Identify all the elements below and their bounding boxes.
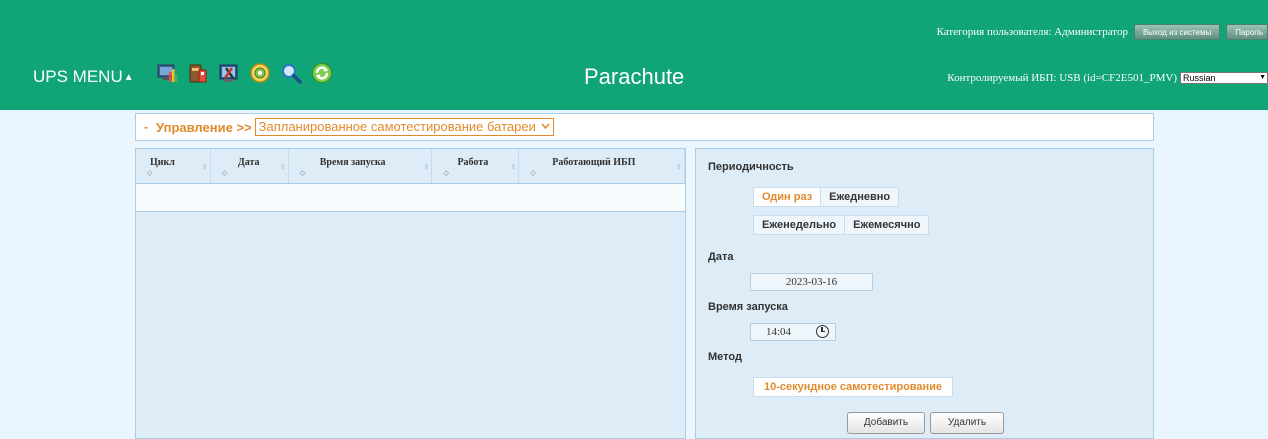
column-header-start-time[interactable]: Время запуска ◇ ⇕ (289, 149, 433, 183)
table-row (136, 184, 685, 212)
time-value: 14:04 (766, 326, 792, 338)
ups-menu-label: UPS MENU (33, 67, 123, 86)
sort-icon: ◇ (147, 169, 153, 177)
date-label: Дата (708, 251, 734, 263)
user-bar: Категория пользователя: Администратор Вы… (937, 24, 1268, 40)
language-value: Russian (1183, 73, 1216, 83)
option-weekly[interactable]: Еженедельно (754, 216, 846, 234)
search-icon[interactable] (280, 62, 302, 84)
sort-icon: ◇ (443, 169, 449, 177)
settings-disc-icon[interactable] (249, 62, 271, 84)
sort-handle-icon: ⇕ (676, 163, 682, 171)
sort-handle-icon: ⇕ (510, 163, 517, 171)
chevron-down-icon: ▼ (1259, 74, 1266, 81)
sort-handle-icon: ⇕ (423, 163, 430, 171)
column-header-job[interactable]: Работа ◇ ⇕ (432, 149, 520, 183)
table-header: Цикл ◇ ⇕ Дата ◇ ⇕ Время запуска ◇ ⇕ Работа … (136, 149, 685, 184)
option-once[interactable]: Один раз (754, 188, 822, 206)
clock-icon[interactable] (816, 325, 829, 338)
header-bar: Категория пользователя: Администратор Вы… (0, 0, 1268, 110)
user-category: Категория пользователя: Администратор (936, 26, 1128, 38)
schedule-form: Периодичность Один раз Ежедневно Еженеде… (695, 148, 1154, 439)
chevron-down-icon (541, 123, 551, 130)
periodicity-row-1: Один раз Ежедневно (753, 187, 900, 207)
page-select[interactable]: Запланированное самотестирование батареи (254, 118, 555, 136)
sort-handle-icon: ⇕ (279, 163, 286, 171)
delete-button[interactable]: Удалить (930, 412, 1004, 434)
breadcrumb: - Управление >> Запланированное самотест… (135, 113, 1154, 141)
column-header-running-ups[interactable]: Работающий ИБП ◇ ⇕ (519, 149, 685, 183)
monitor-chart-icon[interactable] (156, 62, 178, 84)
tools-icon[interactable] (218, 62, 240, 84)
menu-arrow-icon: ▲ (123, 72, 134, 83)
method-label: Метод (708, 351, 742, 363)
monitored-ups-bar: Контролируемый ИБП: USB (id=CF2E501_PMV)… (947, 72, 1268, 84)
ups-battery-icon[interactable] (187, 62, 209, 84)
sort-icon: ◇ (530, 169, 536, 177)
breadcrumb-dash: - (144, 120, 148, 134)
column-header-date[interactable]: Дата ◇ ⇕ (211, 149, 289, 183)
toolbar-icons (156, 62, 333, 84)
option-daily[interactable]: Ежедневно (821, 188, 899, 206)
periodicity-row-2: Еженедельно Ежемесячно (753, 215, 930, 235)
brand-logo: Parachute (584, 64, 685, 89)
password-button[interactable]: Пароль (1226, 24, 1268, 40)
method-select[interactable]: 10-секундное самотестирование (753, 377, 954, 397)
ups-menu-toggle[interactable]: UPS MENU▲ (33, 67, 134, 87)
page-select-value: Запланированное самотестирование батареи (258, 119, 536, 134)
add-button[interactable]: Добавить (847, 412, 925, 434)
sort-icon: ◇ (221, 169, 228, 177)
schedule-table: Цикл ◇ ⇕ Дата ◇ ⇕ Время запуска ◇ ⇕ Работа … (135, 148, 686, 439)
sort-icon: ◇ (299, 169, 306, 177)
sort-handle-icon: ⇕ (201, 163, 208, 171)
column-header-cycle[interactable]: Цикл ◇ ⇕ (136, 149, 211, 183)
option-monthly[interactable]: Ежемесячно (845, 216, 929, 234)
refresh-icon[interactable] (311, 62, 333, 84)
monitored-ups-label: Контролируемый ИБП: USB (id=CF2E501_PMV) (947, 72, 1177, 84)
periodicity-label: Периодичность (708, 161, 794, 173)
breadcrumb-section[interactable]: Управление >> (156, 120, 252, 135)
date-field[interactable]: 2023-03-16 (750, 273, 873, 291)
language-select[interactable]: Russian ▼ (1180, 72, 1268, 84)
logout-button[interactable]: Выход из системы (1133, 24, 1221, 40)
start-time-label: Время запуска (708, 301, 788, 313)
